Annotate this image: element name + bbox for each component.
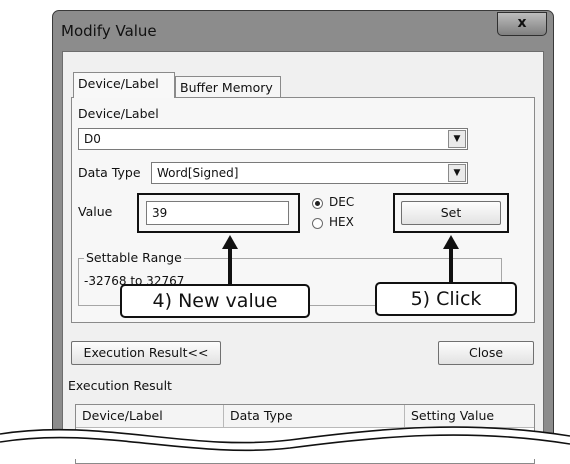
value-input[interactable]: 39 <box>146 201 289 225</box>
dec-radio[interactable] <box>312 198 323 209</box>
close-button[interactable]: Close <box>438 341 534 365</box>
device-label-tab-panel: Device/Label D0 ▼ Data Type Word[Signed]… <box>71 97 535 323</box>
data-type-value: Word[Signed] <box>157 166 239 180</box>
window-title: Modify Value <box>61 22 157 40</box>
arrow-up-icon <box>222 235 238 249</box>
dec-label: DEC <box>329 195 355 209</box>
tab-device-label[interactable]: Device/Label <box>73 72 175 98</box>
execution-result-toggle-button[interactable]: Execution Result<< <box>71 341 221 365</box>
arrow-shaft <box>449 248 453 286</box>
page-background <box>0 0 52 459</box>
execution-result-caption: Execution Result <box>68 378 172 393</box>
title-bar[interactable]: Modify Value x <box>53 11 553 51</box>
device-label-combobox[interactable]: D0 ▼ <box>78 128 468 150</box>
hex-label: HEX <box>329 215 354 229</box>
callout-new-value: 4) New value <box>120 284 310 318</box>
chevron-down-icon[interactable]: ▼ <box>448 164 466 182</box>
chevron-down-icon[interactable]: ▼ <box>448 130 466 148</box>
data-type-select[interactable]: Word[Signed] ▼ <box>151 162 468 184</box>
value-caption: Value <box>78 204 113 219</box>
tab-buffer-memory[interactable]: Buffer Memory <box>175 76 281 98</box>
data-type-caption: Data Type <box>78 165 141 180</box>
set-button[interactable]: Set <box>401 201 501 225</box>
device-label-value: D0 <box>84 132 101 146</box>
callout-click: 5) Click <box>375 282 517 316</box>
modify-value-dialog: Modify Value x Device/Label Buffer Memor… <box>52 10 554 464</box>
dialog-client-area: Device/Label Buffer Memory Device/Label … <box>62 51 544 464</box>
arrow-up-icon <box>443 235 459 249</box>
torn-edge-decoration <box>0 426 570 459</box>
close-icon: x <box>517 15 527 31</box>
arrow-shaft <box>228 248 232 286</box>
device-label-caption: Device/Label <box>78 106 159 121</box>
close-window-button[interactable]: x <box>497 12 547 36</box>
hex-radio[interactable] <box>312 218 323 229</box>
settable-range-caption: Settable Range <box>84 250 184 265</box>
